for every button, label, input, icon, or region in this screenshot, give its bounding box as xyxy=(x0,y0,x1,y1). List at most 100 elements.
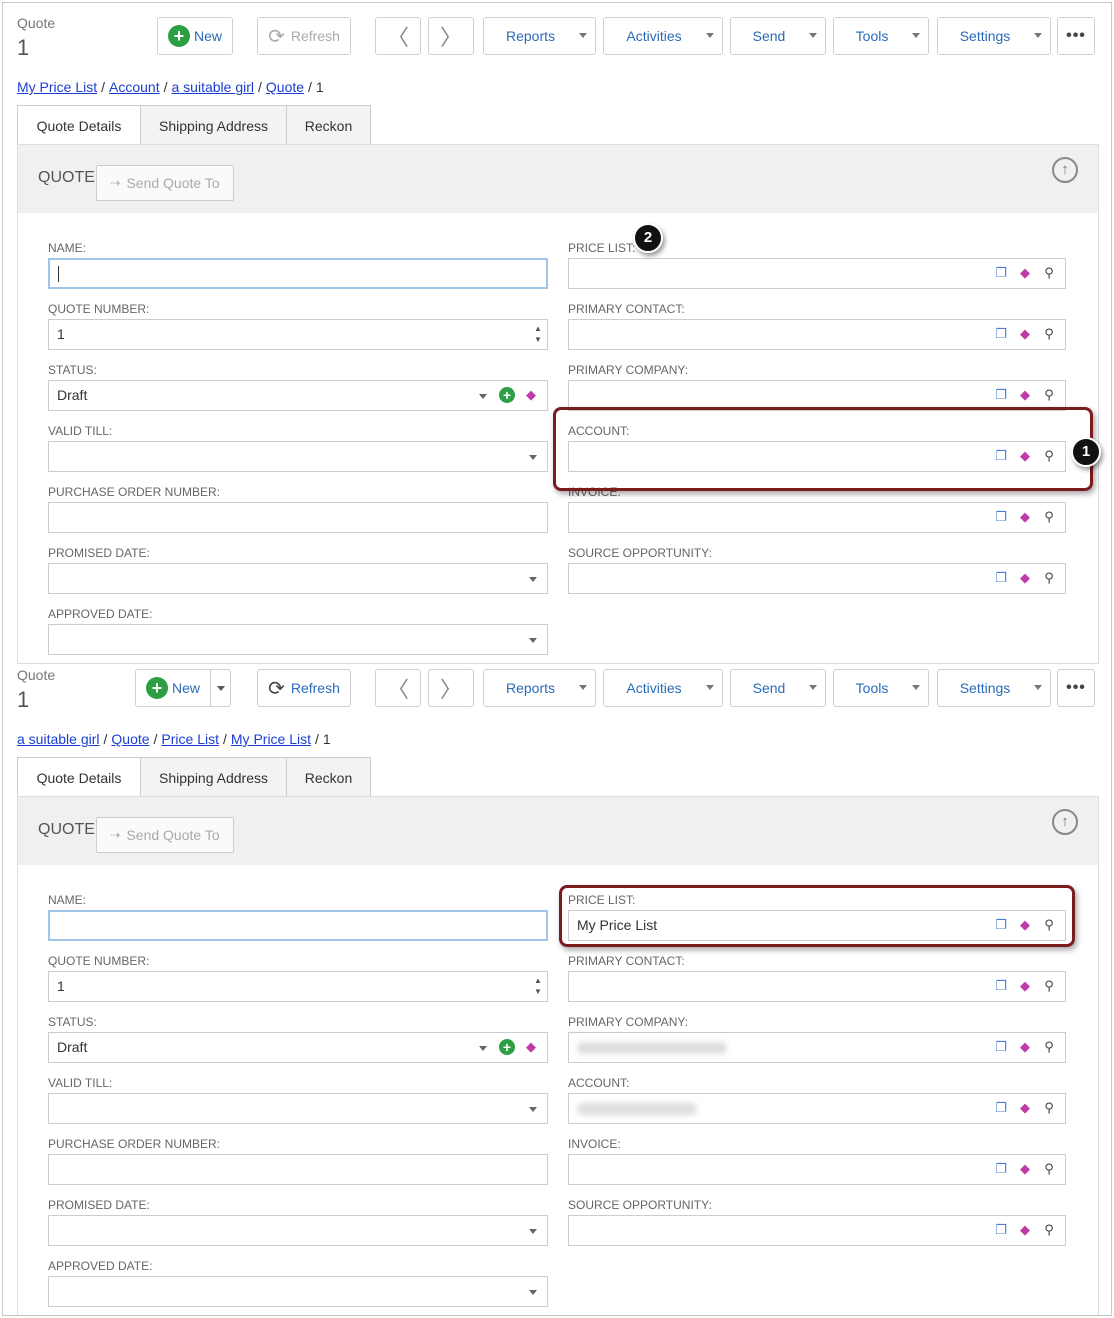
tab-shipping-address[interactable]: Shipping Address xyxy=(141,757,287,797)
eraser-icon[interactable]: ◆ xyxy=(1017,265,1033,281)
primary-company-lookup[interactable]: ❐ ◆ ⚲ xyxy=(568,380,1066,411)
quote-number-input[interactable]: 1 ▲ ▼ xyxy=(48,971,548,1002)
account-lookup[interactable]: ❐ ◆ ⚲ xyxy=(568,1093,1066,1124)
breadcrumb-link[interactable]: My Price List xyxy=(17,79,97,95)
primary-contact-lookup[interactable]: ❐ ◆ ⚲ xyxy=(568,319,1066,350)
collapse-up-icon[interactable]: ↑ xyxy=(1052,809,1078,835)
eraser-icon[interactable]: ◆ xyxy=(1017,509,1033,525)
search-icon[interactable]: ⚲ xyxy=(1041,509,1057,525)
chevron-down-icon[interactable] xyxy=(529,1290,537,1295)
new-button[interactable]: + New xyxy=(135,669,211,707)
eraser-icon[interactable]: ◆ xyxy=(1017,978,1033,994)
eraser-icon[interactable]: ◆ xyxy=(1017,570,1033,586)
copy-icon[interactable]: ❐ xyxy=(993,387,1009,403)
copy-icon[interactable]: ❐ xyxy=(993,265,1009,281)
breadcrumb-link[interactable]: My Price List xyxy=(231,731,311,747)
account-lookup[interactable]: ❐ ◆ ⚲ xyxy=(568,441,1066,472)
promised-date-field[interactable] xyxy=(48,1215,548,1246)
refresh-button[interactable]: ⟳ Refresh xyxy=(257,669,351,707)
new-button[interactable]: + New xyxy=(157,17,233,55)
search-icon[interactable]: ⚲ xyxy=(1041,570,1057,586)
more-options-button[interactable]: ••• xyxy=(1057,17,1095,55)
source-opportunity-lookup[interactable]: ❐ ◆ ⚲ xyxy=(568,1215,1066,1246)
name-input[interactable] xyxy=(48,258,548,289)
po-number-input[interactable] xyxy=(48,1154,548,1185)
search-icon[interactable]: ⚲ xyxy=(1041,1161,1057,1177)
eraser-icon[interactable]: ◆ xyxy=(1017,917,1033,933)
new-options-dropdown[interactable] xyxy=(211,669,231,707)
eraser-icon[interactable]: ◆ xyxy=(1017,387,1033,403)
send-dropdown[interactable]: Send xyxy=(730,669,826,707)
eraser-icon[interactable]: ◆ xyxy=(1017,1222,1033,1238)
breadcrumb-link[interactable]: a suitable girl xyxy=(17,731,100,747)
status-select[interactable]: Draft + ◆ xyxy=(48,1032,548,1063)
primary-contact-lookup[interactable]: ❐ ◆ ⚲ xyxy=(568,971,1066,1002)
copy-icon[interactable]: ❐ xyxy=(993,917,1009,933)
po-number-input[interactable] xyxy=(48,502,548,533)
chevron-down-icon[interactable] xyxy=(529,638,537,643)
search-icon[interactable]: ⚲ xyxy=(1041,1222,1057,1238)
copy-icon[interactable]: ❐ xyxy=(993,1222,1009,1238)
add-icon[interactable]: + xyxy=(499,387,515,403)
tab-quote-details[interactable]: Quote Details xyxy=(17,105,141,145)
add-icon[interactable]: + xyxy=(499,1039,515,1055)
copy-icon[interactable]: ❐ xyxy=(993,570,1009,586)
eraser-icon[interactable]: ◆ xyxy=(1017,326,1033,342)
eraser-icon[interactable]: ◆ xyxy=(1017,1161,1033,1177)
tab-shipping-address[interactable]: Shipping Address xyxy=(141,105,287,145)
reports-dropdown[interactable]: Reports xyxy=(483,669,596,707)
tab-reckon[interactable]: Reckon xyxy=(287,757,371,797)
search-icon[interactable]: ⚲ xyxy=(1041,917,1057,933)
settings-dropdown[interactable]: Settings xyxy=(937,669,1051,707)
search-icon[interactable]: ⚲ xyxy=(1041,326,1057,342)
search-icon[interactable]: ⚲ xyxy=(1041,448,1057,464)
chevron-down-icon[interactable] xyxy=(529,1107,537,1112)
tab-quote-details[interactable]: Quote Details xyxy=(17,757,141,797)
number-stepper[interactable]: ▲ ▼ xyxy=(533,975,543,997)
source-opportunity-lookup[interactable]: ❐ ◆ ⚲ xyxy=(568,563,1066,594)
quote-number-input[interactable]: 1 ▲ ▼ xyxy=(48,319,548,350)
copy-icon[interactable]: ❐ xyxy=(993,1161,1009,1177)
breadcrumb-link[interactable]: Quote xyxy=(266,79,304,95)
tools-dropdown[interactable]: Tools xyxy=(833,669,929,707)
eraser-icon[interactable]: ◆ xyxy=(1017,1100,1033,1116)
name-input[interactable] xyxy=(48,910,548,941)
search-icon[interactable]: ⚲ xyxy=(1041,978,1057,994)
price-list-lookup[interactable]: My Price List ❐ ◆ ⚲ xyxy=(568,910,1066,941)
valid-till-date-field[interactable] xyxy=(48,441,548,472)
send-quote-to-button[interactable]: ⇢ Send Quote To xyxy=(96,165,234,201)
previous-record-button[interactable]: 〈 xyxy=(375,17,421,55)
invoice-lookup[interactable]: ❐ ◆ ⚲ xyxy=(568,502,1066,533)
eraser-icon[interactable]: ◆ xyxy=(523,1039,539,1055)
search-icon[interactable]: ⚲ xyxy=(1041,387,1057,403)
breadcrumb-link[interactable]: Account xyxy=(109,79,160,95)
invoice-lookup[interactable]: ❐ ◆ ⚲ xyxy=(568,1154,1066,1185)
search-icon[interactable]: ⚲ xyxy=(1041,265,1057,281)
approved-date-field[interactable] xyxy=(48,624,548,655)
primary-company-lookup[interactable]: ❐ ◆ ⚲ xyxy=(568,1032,1066,1063)
tab-reckon[interactable]: Reckon xyxy=(287,105,371,145)
copy-icon[interactable]: ❐ xyxy=(993,326,1009,342)
breadcrumb-link[interactable]: Price List xyxy=(161,731,219,747)
refresh-button[interactable]: ⟳ Refresh xyxy=(257,17,351,55)
eraser-icon[interactable]: ◆ xyxy=(1017,448,1033,464)
previous-record-button[interactable]: 〈 xyxy=(375,669,421,707)
copy-icon[interactable]: ❐ xyxy=(993,1039,1009,1055)
chevron-down-icon[interactable] xyxy=(529,455,537,460)
chevron-down-icon[interactable] xyxy=(479,394,487,399)
status-select[interactable]: Draft + ◆ xyxy=(48,380,548,411)
more-options-button[interactable]: ••• xyxy=(1057,669,1095,707)
search-icon[interactable]: ⚲ xyxy=(1041,1100,1057,1116)
activities-dropdown[interactable]: Activities xyxy=(603,669,723,707)
activities-dropdown[interactable]: Activities xyxy=(603,17,723,55)
chevron-down-icon[interactable] xyxy=(479,1046,487,1051)
breadcrumb-link[interactable]: Quote xyxy=(111,731,149,747)
send-quote-to-button[interactable]: ⇢ Send Quote To xyxy=(96,817,234,853)
reports-dropdown[interactable]: Reports xyxy=(483,17,596,55)
collapse-up-icon[interactable]: ↑ xyxy=(1052,157,1078,183)
next-record-button[interactable]: 〉 xyxy=(428,669,474,707)
next-record-button[interactable]: 〉 xyxy=(428,17,474,55)
price-list-lookup[interactable]: ❐ ◆ ⚲ xyxy=(568,258,1066,289)
number-stepper[interactable]: ▲ ▼ xyxy=(533,323,543,345)
copy-icon[interactable]: ❐ xyxy=(993,448,1009,464)
